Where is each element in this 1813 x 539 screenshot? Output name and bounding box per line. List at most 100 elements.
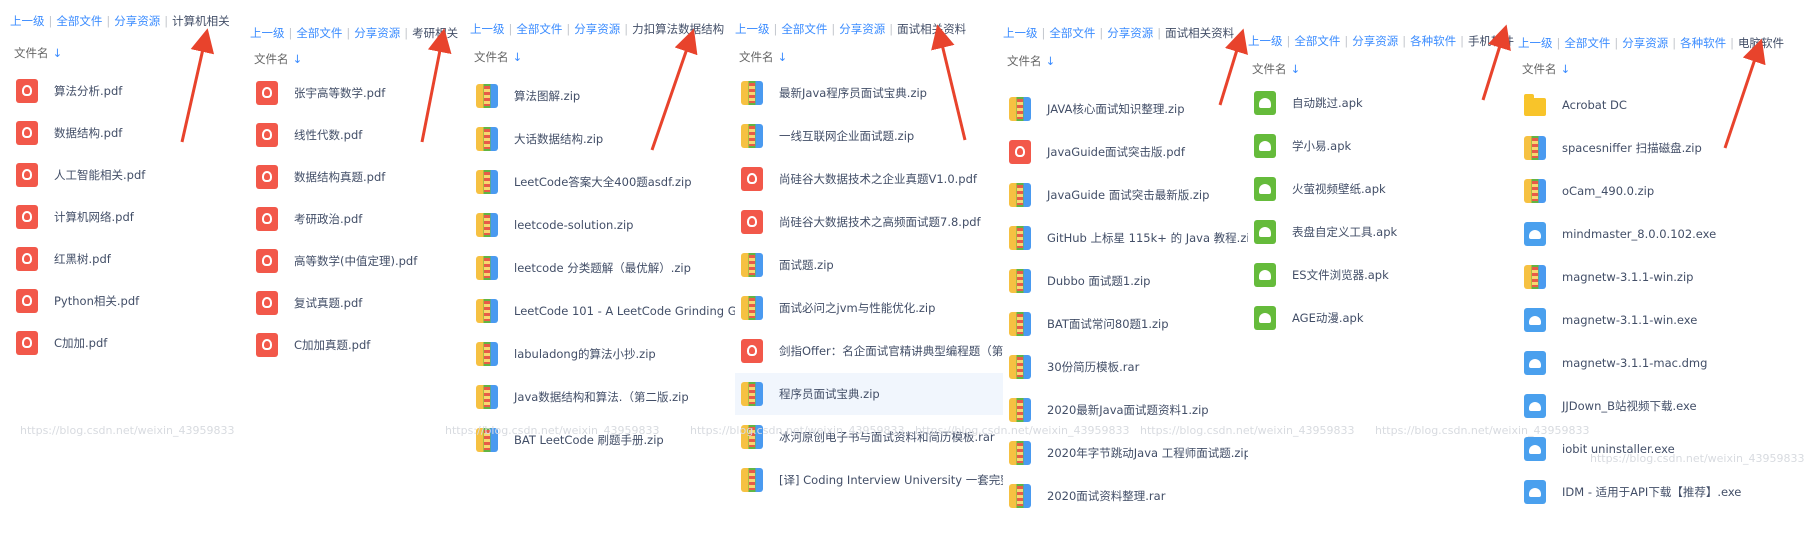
file-row[interactable]: 尚硅谷大数据技术之高频面试题7.8.pdf bbox=[735, 201, 1003, 243]
breadcrumb-link[interactable]: 全部文件 bbox=[56, 8, 102, 34]
file-row[interactable]: 面试题.zip bbox=[735, 244, 1003, 286]
filename-column-header[interactable]: 文件名 ↓ bbox=[474, 46, 522, 68]
file-row[interactable]: oCam_490.0.zip bbox=[1518, 170, 1813, 212]
file-name[interactable]: JavaGuide面试突击版.pdf bbox=[1047, 131, 1185, 173]
sort-arrow-icon[interactable]: ↓ bbox=[509, 50, 523, 64]
file-row[interactable]: 面试必问之jvm与性能优化.zip bbox=[735, 287, 1003, 329]
file-name[interactable]: 高等数学(中值定理).pdf bbox=[294, 240, 417, 282]
file-name[interactable]: leetcode-solution.zip bbox=[514, 204, 633, 246]
file-name[interactable]: 剑指Offer：名企面试官精讲典型编程题（第2 bbox=[779, 330, 1003, 372]
file-row[interactable]: 大话数据结构.zip bbox=[470, 118, 735, 160]
file-row[interactable]: 火萤视频壁纸.apk bbox=[1248, 168, 1518, 210]
breadcrumb-link[interactable]: 分享资源 bbox=[114, 8, 160, 34]
file-name[interactable]: JavaGuide 面试突击最新版.zip bbox=[1047, 174, 1209, 216]
file-name[interactable]: 冰河原创电子书与面试资料和简历模板.rar bbox=[779, 416, 995, 458]
file-name[interactable]: 表盘自定义工具.apk bbox=[1292, 211, 1397, 253]
file-name[interactable]: 火萤视频壁纸.apk bbox=[1292, 168, 1386, 210]
breadcrumb-link[interactable]: 全部文件 bbox=[1049, 20, 1095, 46]
file-name[interactable]: C加加.pdf bbox=[54, 322, 107, 364]
file-row[interactable]: 最新Java程序员面试宝典.zip bbox=[735, 72, 1003, 114]
file-name[interactable]: 复试真题.pdf bbox=[294, 282, 362, 324]
file-row[interactable]: JJDown_B站视频下载.exe bbox=[1518, 385, 1813, 427]
file-name[interactable]: mindmaster_8.0.0.102.exe bbox=[1562, 213, 1716, 255]
file-name[interactable]: Dubbo 面试题1.zip bbox=[1047, 260, 1150, 302]
file-row[interactable]: mindmaster_8.0.0.102.exe bbox=[1518, 213, 1813, 255]
breadcrumb-link[interactable]: 全部文件 bbox=[781, 16, 827, 42]
breadcrumb-link[interactable]: 分享资源 bbox=[1107, 20, 1153, 46]
file-name[interactable]: 计算机网络.pdf bbox=[54, 196, 134, 238]
file-row[interactable]: leetcode 分类题解（最优解）.zip bbox=[470, 247, 735, 289]
file-row[interactable]: 2020面试资料整理.rar bbox=[1003, 475, 1248, 517]
file-name[interactable]: ES文件浏览器.apk bbox=[1292, 254, 1389, 296]
file-row[interactable]: 剑指Offer：名企面试官精讲典型编程题（第2 bbox=[735, 330, 1003, 372]
file-name[interactable]: magnetw-3.1.1-win.zip bbox=[1562, 256, 1693, 298]
file-name[interactable]: 算法分析.pdf bbox=[54, 70, 122, 112]
file-name[interactable]: AGE动漫.apk bbox=[1292, 297, 1364, 339]
file-name[interactable]: 数据结构.pdf bbox=[54, 112, 122, 154]
file-row[interactable]: 数据结构真题.pdf bbox=[250, 156, 470, 198]
file-row[interactable]: [译] Coding Interview University 一套完整的学 bbox=[735, 459, 1003, 501]
file-row[interactable]: 表盘自定义工具.apk bbox=[1248, 211, 1518, 253]
file-row[interactable]: 一线互联网企业面试题.zip bbox=[735, 115, 1003, 157]
file-row[interactable]: 高等数学(中值定理).pdf bbox=[250, 240, 470, 282]
file-name[interactable]: 尚硅谷大数据技术之高频面试题7.8.pdf bbox=[779, 201, 981, 243]
file-name[interactable]: 2020年字节跳动Java 工程师面试题.zip bbox=[1047, 432, 1248, 474]
file-name[interactable]: 面试必问之jvm与性能优化.zip bbox=[779, 287, 935, 329]
file-name[interactable]: LeetCode答案大全400题asdf.zip bbox=[514, 161, 692, 203]
file-name[interactable]: LeetCode 101 - A LeetCode Grinding Guide… bbox=[514, 290, 735, 332]
filename-column-header[interactable]: 文件名 ↓ bbox=[1522, 58, 1570, 80]
file-name[interactable]: 2020面试资料整理.rar bbox=[1047, 475, 1165, 517]
file-name[interactable]: Acrobat DC bbox=[1562, 84, 1627, 126]
breadcrumb-link[interactable]: 上一级 bbox=[1003, 20, 1038, 46]
breadcrumb-link[interactable]: 全部文件 bbox=[1564, 30, 1610, 56]
breadcrumb-link[interactable]: 各种软件 bbox=[1410, 28, 1456, 54]
file-name[interactable]: 算法图解.zip bbox=[514, 75, 580, 117]
file-name[interactable]: 30份简历模板.rar bbox=[1047, 346, 1139, 388]
file-name[interactable]: [译] Coding Interview University 一套完整的学 bbox=[779, 459, 1003, 501]
file-row[interactable]: labuladong的算法小抄.zip bbox=[470, 333, 735, 375]
file-name[interactable]: IDM - 适用于API下载【推荐】.exe bbox=[1562, 471, 1741, 513]
file-row[interactable]: 2020年字节跳动Java 工程师面试题.zip bbox=[1003, 432, 1248, 474]
file-row[interactable]: Dubbo 面试题1.zip bbox=[1003, 260, 1248, 302]
breadcrumb-link[interactable]: 上一级 bbox=[470, 16, 505, 42]
breadcrumb-link[interactable]: 全部文件 bbox=[296, 20, 342, 46]
breadcrumb-link[interactable]: 各种软件 bbox=[1680, 30, 1726, 56]
file-row[interactable]: 算法分析.pdf bbox=[10, 70, 250, 112]
file-name[interactable]: JJDown_B站视频下载.exe bbox=[1562, 385, 1697, 427]
breadcrumb-link[interactable]: 全部文件 bbox=[516, 16, 562, 42]
sort-arrow-icon[interactable]: ↓ bbox=[1042, 54, 1056, 68]
filename-column-header[interactable]: 文件名 ↓ bbox=[1252, 58, 1300, 80]
file-row[interactable]: ES文件浏览器.apk bbox=[1248, 254, 1518, 296]
file-row[interactable]: 尚硅谷大数据技术之企业真题V1.0.pdf bbox=[735, 158, 1003, 200]
breadcrumb-link[interactable]: 上一级 bbox=[250, 20, 285, 46]
file-row[interactable]: BAT面试常问80题1.zip bbox=[1003, 303, 1248, 345]
filename-column-header[interactable]: 文件名 ↓ bbox=[739, 46, 787, 68]
file-row[interactable]: JavaGuide 面试突击最新版.zip bbox=[1003, 174, 1248, 216]
breadcrumb-link[interactable]: 全部文件 bbox=[1294, 28, 1340, 54]
file-row[interactable]: 红黑树.pdf bbox=[10, 238, 250, 280]
file-name[interactable]: 数据结构真题.pdf bbox=[294, 156, 385, 198]
file-name[interactable]: 大话数据结构.zip bbox=[514, 118, 603, 160]
file-row[interactable]: 复试真题.pdf bbox=[250, 282, 470, 324]
filename-column-header[interactable]: 文件名 ↓ bbox=[1007, 50, 1055, 72]
breadcrumb-link[interactable]: 分享资源 bbox=[354, 20, 400, 46]
file-row[interactable]: magnetw-3.1.1-win.exe bbox=[1518, 299, 1813, 341]
file-name[interactable]: 考研政治.pdf bbox=[294, 198, 362, 240]
file-name[interactable]: 面试题.zip bbox=[779, 244, 834, 286]
file-row[interactable]: C加加真题.pdf bbox=[250, 324, 470, 366]
file-row[interactable]: spacesniffer 扫描磁盘.zip bbox=[1518, 127, 1813, 169]
file-row[interactable]: JavaGuide面试突击版.pdf bbox=[1003, 131, 1248, 173]
file-row[interactable]: AGE动漫.apk bbox=[1248, 297, 1518, 339]
file-row[interactable]: 冰河原创电子书与面试资料和简历模板.rar bbox=[735, 416, 1003, 458]
file-row[interactable]: IDM - 适用于API下载【推荐】.exe bbox=[1518, 471, 1813, 513]
file-name[interactable]: JAVA核心面试知识整理.zip bbox=[1047, 88, 1185, 130]
file-name[interactable]: C加加真题.pdf bbox=[294, 324, 370, 366]
file-name[interactable]: 程序员面试宝典.zip bbox=[779, 373, 880, 415]
file-name[interactable]: magnetw-3.1.1-win.exe bbox=[1562, 299, 1697, 341]
file-row[interactable]: 计算机网络.pdf bbox=[10, 196, 250, 238]
sort-arrow-icon[interactable]: ↓ bbox=[49, 46, 63, 60]
filename-column-header[interactable]: 文件名 ↓ bbox=[14, 42, 62, 64]
file-name[interactable]: 尚硅谷大数据技术之企业真题V1.0.pdf bbox=[779, 158, 977, 200]
breadcrumb-link[interactable]: 分享资源 bbox=[1352, 28, 1398, 54]
file-row[interactable]: magnetw-3.1.1-mac.dmg bbox=[1518, 342, 1813, 384]
